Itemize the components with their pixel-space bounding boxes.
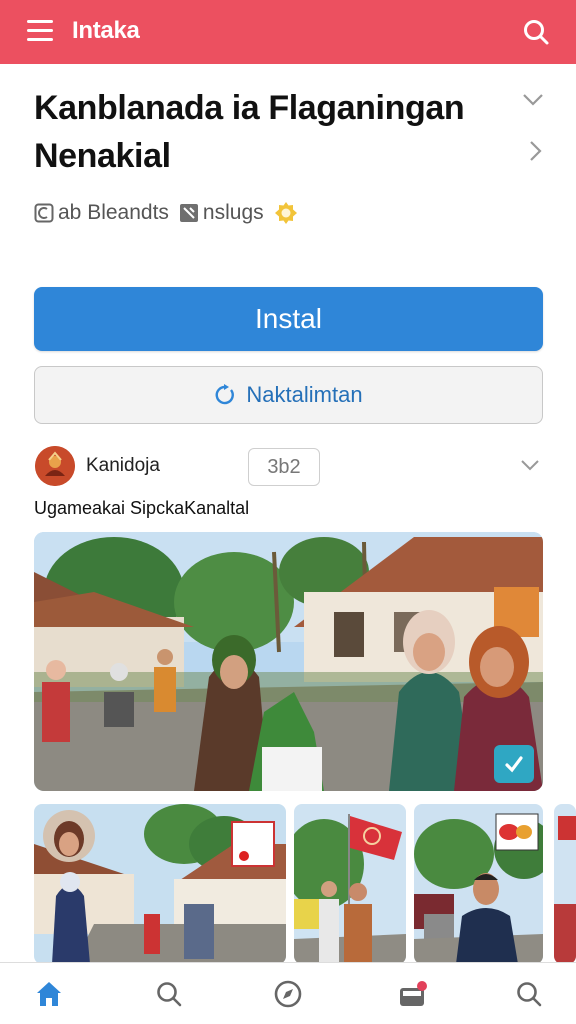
developer-badge: 3b2 [248,448,320,486]
app-bar-title: Intaka [72,17,140,44]
search-icon[interactable] [154,979,184,1009]
flag-scene-thumbnail [294,804,406,964]
screenshot-thumbnail[interactable] [294,804,406,964]
hero-screenshot[interactable] [34,532,543,791]
award-badge-icon [274,202,297,224]
street-scene-thumbnail [34,804,286,964]
age-rating-icon [34,203,54,223]
chevron-down-icon[interactable] [520,458,540,472]
search-icon[interactable] [514,979,544,1009]
screenshot-thumbnail[interactable] [554,804,576,964]
checkmark-icon [505,756,523,773]
secondary-action-label: Naktalimtan [246,382,363,407]
chevron-down-icon[interactable] [522,92,544,108]
app-description: Ugameakai SipckaKanaltal [34,498,250,518]
meta-category: ab Bleandts [58,201,169,224]
man-with-cars-thumbnail [414,804,543,964]
compass-icon[interactable] [273,979,303,1009]
partial-thumbnail [554,804,576,964]
screenshot-thumbnail[interactable] [34,804,286,964]
secondary-action-button[interactable]: Naktalimtan [34,366,543,424]
developer-logo-icon [35,446,75,486]
hamburger-menu-icon[interactable] [27,20,53,42]
refresh-icon [216,384,235,405]
top-app-bar: Intaka [0,0,576,64]
checkmark-badge[interactable] [494,745,534,783]
install-button[interactable]: Instal [34,287,543,351]
chevron-right-icon[interactable] [528,140,542,162]
village-street-photo [34,532,543,791]
app-meta-row: ab Bleandts nslugs [34,198,302,228]
app-title: Kanblanada ia Flaganingan Nenakial [34,89,465,175]
developer-avatar[interactable] [35,446,75,486]
screenshot-thumbnail[interactable] [414,804,543,964]
bottom-navigation [0,962,576,1024]
home-icon[interactable] [34,979,64,1009]
inbox-icon[interactable] [398,979,428,1009]
developer-name[interactable]: Kanidoja [86,455,160,477]
meta-tags: nslugs [202,201,264,224]
tag-icon [179,204,198,222]
search-icon[interactable] [522,18,550,46]
